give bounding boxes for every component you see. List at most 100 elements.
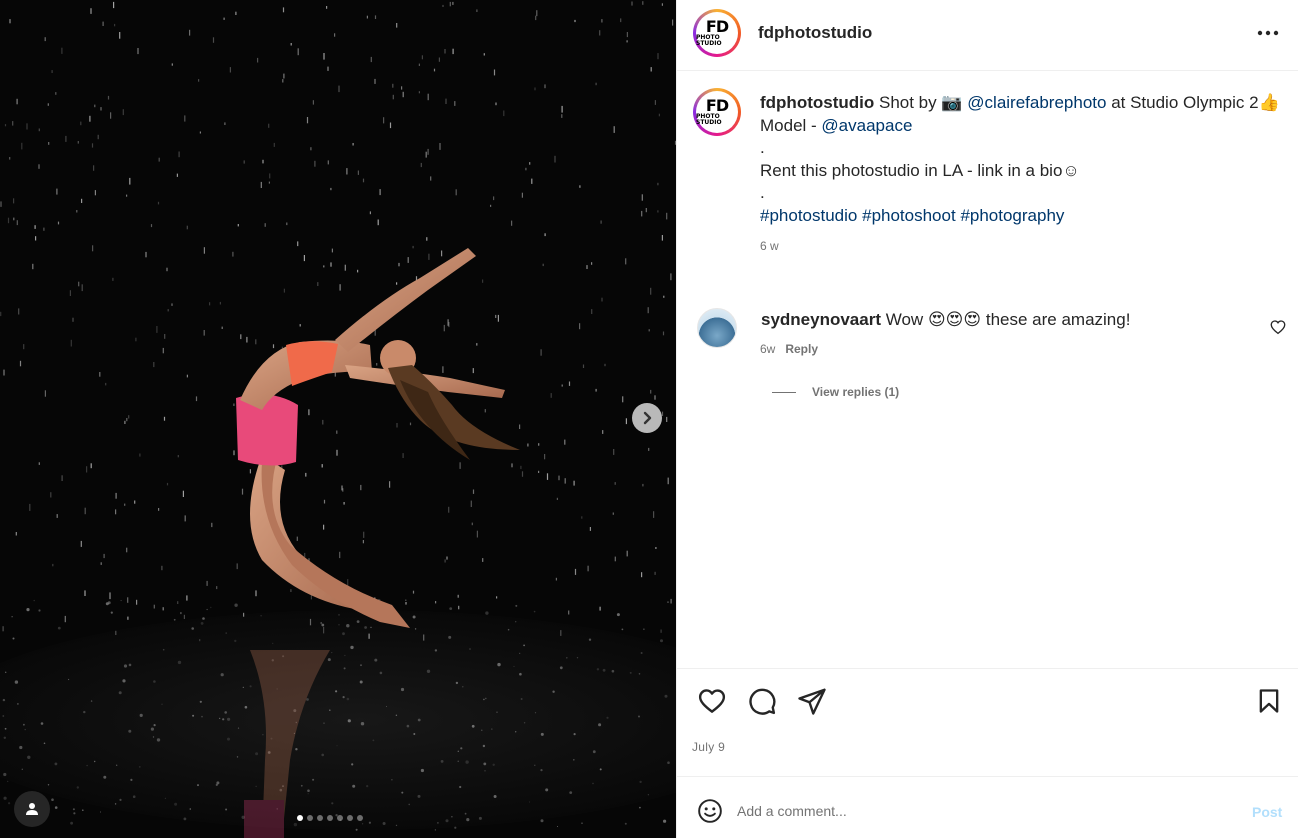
rain-drop — [389, 122, 392, 129]
rain-drop — [374, 15, 377, 19]
rain-drop — [396, 423, 398, 428]
rain-drop — [362, 178, 365, 183]
rain-drop — [243, 160, 245, 164]
rain-drop — [392, 83, 394, 88]
commenter-username[interactable]: sydneynovaart — [761, 310, 881, 329]
rain-drop — [454, 101, 456, 106]
rain-drop — [497, 314, 499, 322]
add-comment-input[interactable] — [737, 798, 1217, 824]
view-replies-button[interactable]: View replies (1) — [772, 385, 899, 399]
water-splash — [344, 654, 346, 657]
rain-drop — [84, 507, 86, 515]
rain-drop — [56, 188, 58, 195]
rain-drop — [439, 143, 441, 150]
rain-drop — [538, 443, 540, 446]
water-splash — [7, 780, 9, 783]
water-splash — [342, 632, 345, 636]
water-splash — [21, 768, 23, 770]
rain-drop — [321, 464, 323, 468]
rain-drop — [352, 143, 354, 146]
rain-drop — [496, 596, 498, 599]
water-splash — [312, 778, 315, 781]
water-splash — [592, 750, 596, 754]
avatar-logo-text: FD — [705, 96, 729, 115]
tagged-users-button[interactable] — [14, 791, 50, 827]
comment-button[interactable] — [746, 685, 778, 717]
share-button[interactable] — [796, 685, 828, 717]
water-splash — [485, 697, 487, 700]
post-date[interactable]: July 9 — [692, 740, 725, 754]
water-splash — [128, 729, 132, 733]
rain-drop — [433, 68, 436, 72]
water-splash — [210, 606, 212, 609]
water-splash — [110, 611, 113, 614]
water-splash — [8, 802, 11, 805]
water-splash — [23, 723, 25, 726]
water-splash — [51, 798, 54, 801]
rain-drop — [283, 73, 285, 79]
heart-eyes-emoji: 😍😍😍 — [927, 310, 982, 330]
rain-drop — [511, 463, 513, 468]
author-username[interactable]: fdphotostudio — [758, 23, 872, 43]
rain-drop — [626, 550, 628, 557]
caption-author-avatar[interactable]: FD PHOTO STUDIO — [693, 88, 741, 136]
water-splash — [528, 801, 531, 803]
hashtag-link[interactable]: #photography — [960, 206, 1064, 225]
caption-text: fdphotostudio Shot by 📷 @clairefabrephot… — [760, 92, 1280, 258]
next-slide-button[interactable] — [632, 403, 662, 433]
post-comment-button[interactable]: Post — [1252, 804, 1282, 820]
rain-drop — [525, 167, 527, 171]
rain-drop — [145, 251, 147, 258]
water-splash — [329, 709, 331, 711]
author-avatar[interactable]: FD PHOTO STUDIO — [693, 9, 741, 57]
rain-drop — [573, 480, 575, 486]
post-header: FD PHOTO STUDIO fdphotostudio — [677, 0, 1298, 71]
rain-drop — [558, 475, 560, 481]
hashtag-link[interactable]: #photostudio — [760, 206, 857, 225]
rain-drop — [128, 415, 130, 419]
water-splash — [366, 785, 369, 788]
rain-drop — [229, 67, 231, 73]
rain-drop — [428, 253, 430, 260]
rain-drop — [153, 604, 155, 609]
rain-drop — [35, 236, 37, 241]
rain-drop — [282, 7, 285, 13]
rain-drop — [137, 48, 139, 55]
reply-button[interactable]: Reply — [785, 342, 818, 356]
comment-like-heart-icon[interactable] — [1269, 318, 1287, 336]
water-splash — [327, 658, 331, 662]
model-mention[interactable]: @avaapace — [821, 116, 912, 135]
rain-drop — [544, 454, 546, 460]
rain-drop — [435, 601, 437, 604]
comment-timestamp[interactable]: 6w — [760, 342, 775, 356]
water-splash — [323, 722, 325, 724]
rain-drop — [161, 565, 163, 571]
rain-drop — [283, 288, 285, 293]
avatar-logo-subtext: PHOTO STUDIO — [696, 34, 722, 47]
photographer-mention[interactable]: @clairefabrephoto — [967, 93, 1106, 112]
hashtag-link[interactable]: #photoshoot — [862, 206, 956, 225]
water-splash — [400, 687, 405, 692]
chevron-right-icon — [643, 411, 652, 425]
water-splash — [300, 784, 303, 787]
water-splash — [552, 690, 555, 693]
emoji-picker-icon[interactable] — [697, 798, 723, 824]
caption-timestamp[interactable]: 6 w — [760, 235, 1280, 258]
water-splash — [4, 727, 7, 730]
rain-drop — [490, 204, 492, 207]
water-splash — [150, 727, 154, 731]
caption-username[interactable]: fdphotostudio — [760, 93, 874, 112]
water-splash — [370, 626, 372, 629]
more-options-button[interactable] — [1253, 21, 1283, 45]
water-splash — [236, 756, 239, 758]
commenter-avatar[interactable] — [697, 308, 737, 348]
save-button[interactable] — [1253, 685, 1285, 717]
water-splash — [643, 628, 645, 630]
rain-drop — [184, 115, 186, 122]
rain-drop — [401, 86, 403, 90]
water-splash — [220, 673, 224, 677]
rain-drop — [612, 512, 614, 515]
rain-drop — [670, 273, 672, 281]
like-button[interactable] — [696, 685, 728, 717]
water-splash — [132, 795, 136, 798]
